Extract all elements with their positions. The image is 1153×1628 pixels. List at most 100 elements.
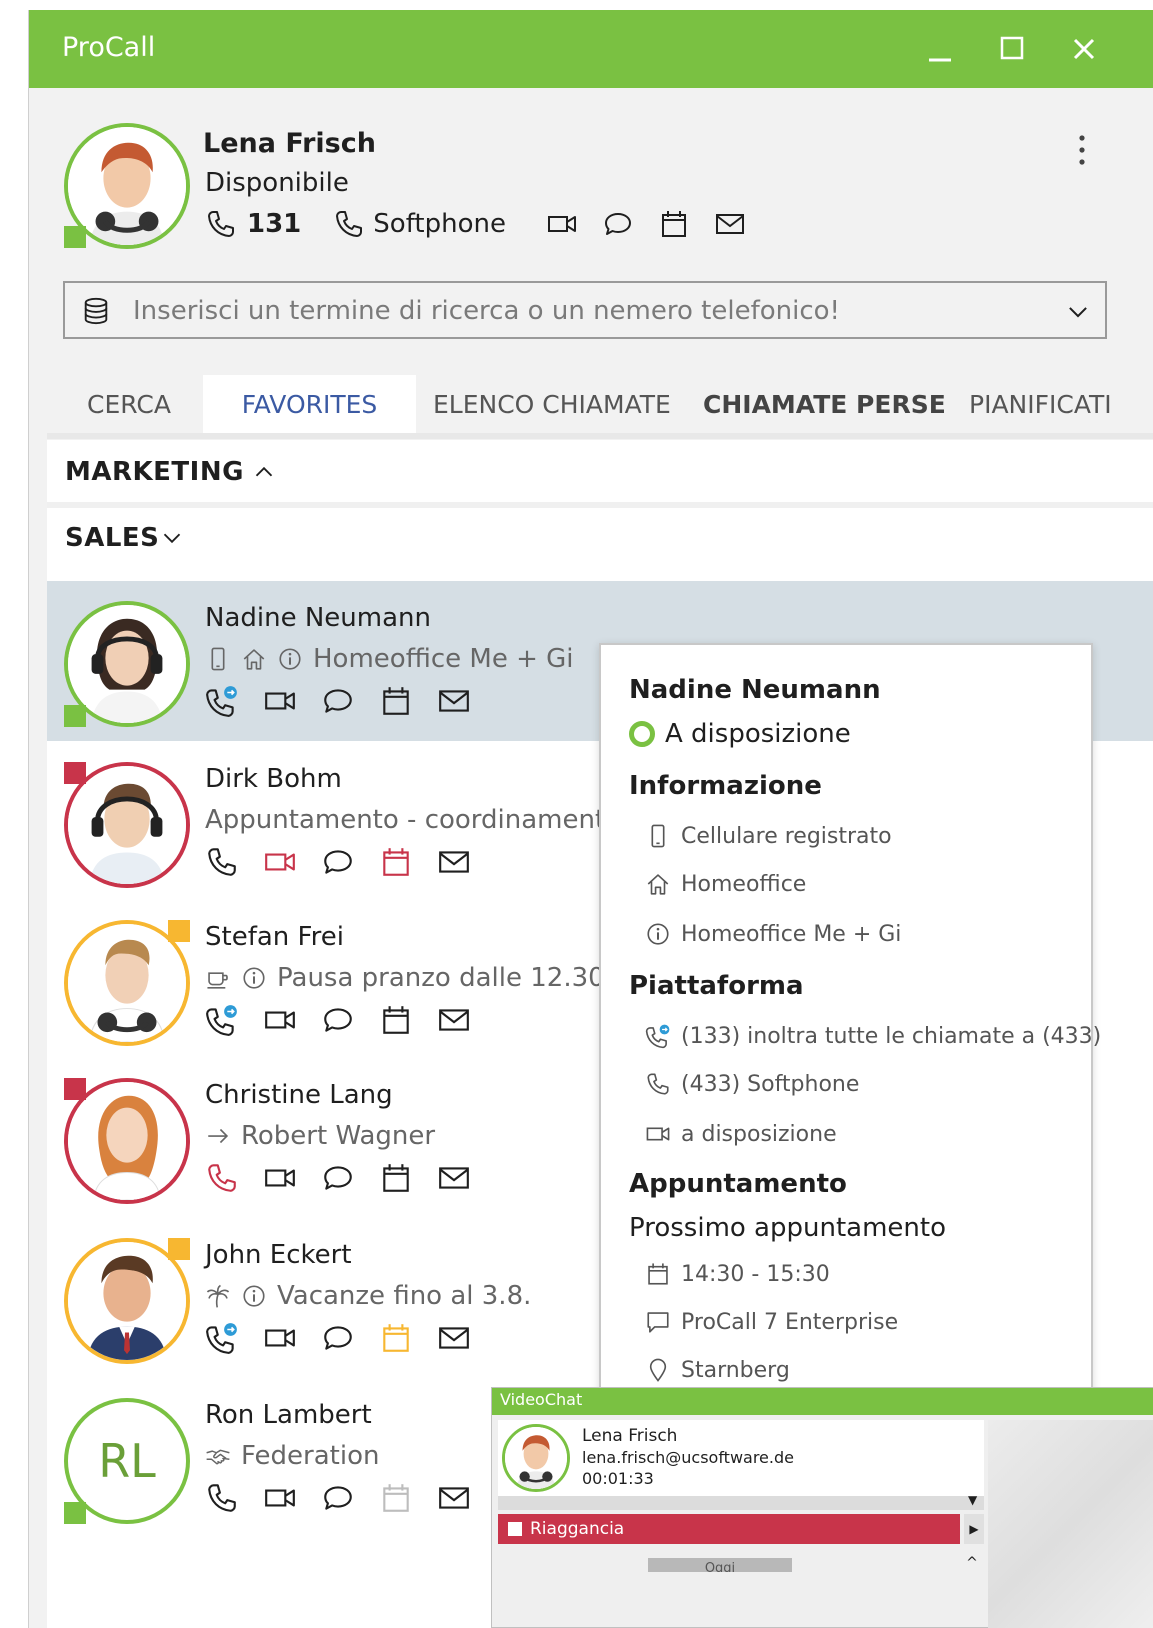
presence-corner <box>168 920 190 942</box>
tab-chiamate-perse[interactable]: CHIAMATE PERSE <box>703 375 946 435</box>
tab-pianificati[interactable]: PIANIFICATI <box>969 375 1112 435</box>
platform-text: a disposizione <box>681 1121 837 1147</box>
contact-name[interactable]: Dirk Bohm <box>205 764 342 794</box>
hangup-button[interactable]: Riaggancia <box>498 1514 960 1544</box>
video-icon[interactable] <box>263 1003 297 1037</box>
location-pin-icon <box>645 1357 671 1383</box>
maximize-icon[interactable] <box>989 26 1035 72</box>
tab-bar: CERCA FAVORITES ELENCO CHIAMATE CHIAMATE… <box>47 375 1153 439</box>
mail-icon[interactable] <box>714 208 746 240</box>
procall-window: ProCall Lena Frisch Disponibile 131 Soft… <box>28 10 1153 1628</box>
info-icon <box>645 921 671 947</box>
videochat-title: VideoChat <box>500 1390 583 1409</box>
phone-icon[interactable] <box>205 1481 239 1515</box>
group-label: MARKETING <box>65 457 244 487</box>
softphone-label[interactable]: Softphone <box>373 209 506 239</box>
mail-icon[interactable] <box>437 1161 471 1195</box>
phone-icon[interactable] <box>205 1161 239 1195</box>
mail-icon[interactable] <box>437 1321 471 1355</box>
chat-icon[interactable] <box>321 684 355 718</box>
calendar-icon[interactable] <box>379 684 413 718</box>
chat-icon[interactable] <box>602 208 634 240</box>
caller-panel: Lena Frisch lena.frisch@ucsoftware.de 00… <box>498 1420 984 1496</box>
presence-corner <box>64 226 86 248</box>
calendar-icon[interactable] <box>379 845 413 879</box>
phone-icon[interactable] <box>205 845 239 879</box>
popup-contact-name: Nadine Neumann <box>629 675 881 705</box>
presence-corner <box>64 762 86 784</box>
phone-forward-icon[interactable] <box>205 684 239 718</box>
call-duration: 00:01:33 <box>582 1469 654 1488</box>
search-input[interactable] <box>133 289 1033 333</box>
video-icon[interactable] <box>546 208 578 240</box>
mail-icon[interactable] <box>437 684 471 718</box>
more-options-icon[interactable] <box>1069 130 1095 170</box>
contact-actions <box>205 683 495 719</box>
database-icon[interactable] <box>81 296 111 326</box>
home-icon <box>645 871 671 897</box>
phone-forward-icon <box>645 1023 671 1049</box>
contact-name[interactable]: Christine Lang <box>205 1080 393 1110</box>
tab-cerca[interactable]: CERCA <box>87 375 171 435</box>
video-icon[interactable] <box>263 845 297 879</box>
tab-favorites[interactable]: FAVORITES <box>203 375 416 435</box>
mail-icon[interactable] <box>437 1481 471 1515</box>
calendar-icon[interactable] <box>658 208 690 240</box>
chevron-up-icon[interactable] <box>249 460 279 484</box>
chat-icon[interactable] <box>321 1003 355 1037</box>
contact-name[interactable]: John Eckert <box>205 1240 352 1270</box>
contact-name[interactable]: Stefan Frei <box>205 922 344 952</box>
chat-icon[interactable] <box>321 1321 355 1355</box>
info-row: Homeoffice Me + Gi <box>645 917 901 951</box>
contact-name[interactable]: Nadine Neumann <box>205 603 431 633</box>
today-tab[interactable]: Oggi <box>648 1558 792 1572</box>
tab-elenco-chiamate[interactable]: ELENCO CHIAMATE <box>433 375 671 435</box>
video-icon[interactable] <box>263 1161 297 1195</box>
info-icon <box>277 646 303 672</box>
calendar-icon[interactable] <box>379 1161 413 1195</box>
group-sales[interactable]: SALES <box>47 508 1153 568</box>
caller-photo <box>505 1427 567 1489</box>
platform-row: a disposizione <box>645 1117 837 1151</box>
profile-name: Lena Frisch <box>203 128 376 159</box>
video-icon[interactable] <box>263 1481 297 1515</box>
contact-actions <box>205 1002 495 1038</box>
caret-up-icon[interactable]: ^ <box>962 1556 982 1570</box>
phone-forward-icon[interactable] <box>205 1321 239 1355</box>
expand-arrow-icon[interactable]: ▶ <box>964 1514 984 1544</box>
contact-name[interactable]: Ron Lambert <box>205 1400 372 1430</box>
presence-indicator <box>629 721 655 747</box>
status-text: Robert Wagner <box>241 1121 436 1151</box>
options-bar[interactable]: ▼ <box>498 1493 984 1510</box>
calendar-icon[interactable] <box>379 1003 413 1037</box>
profile-status[interactable]: Disponibile <box>205 168 349 198</box>
chevron-down-icon[interactable] <box>1065 299 1091 325</box>
mail-icon[interactable] <box>437 1003 471 1037</box>
calendar-icon[interactable] <box>379 1321 413 1355</box>
minimize-icon[interactable] <box>917 26 963 72</box>
close-icon[interactable] <box>1061 26 1107 72</box>
section-appuntamento: Appuntamento <box>629 1169 847 1199</box>
platform-text: (133) inoltra tutte le chiamate a (433) <box>681 1023 1102 1049</box>
extension-number[interactable]: 131 <box>247 209 301 239</box>
group-marketing[interactable]: MARKETING <box>47 442 1153 502</box>
video-icon[interactable] <box>263 1321 297 1355</box>
chat-icon[interactable] <box>321 845 355 879</box>
search-box <box>63 281 1107 339</box>
appointment-row: ProCall 7 Enterprise <box>645 1305 898 1339</box>
chevron-down-icon[interactable] <box>157 526 187 550</box>
contact-actions <box>205 844 495 880</box>
info-text: Homeoffice Me + Gi <box>681 921 902 947</box>
phone-forward-icon[interactable] <box>205 1003 239 1037</box>
video-icon[interactable] <box>263 684 297 718</box>
contact-status: Federation <box>205 1438 379 1474</box>
mail-icon[interactable] <box>437 845 471 879</box>
chat-icon[interactable] <box>321 1161 355 1195</box>
chat-icon[interactable] <box>321 1481 355 1515</box>
calendar-icon <box>645 1261 671 1287</box>
appointment-text: ProCall 7 Enterprise <box>681 1309 899 1335</box>
profile-actions: 131 Softphone <box>205 206 746 242</box>
caller-email: lena.frisch@ucsoftware.de <box>582 1448 794 1467</box>
dropdown-arrow-icon[interactable]: ▼ <box>968 1493 977 1507</box>
video-stream <box>988 1420 1153 1628</box>
